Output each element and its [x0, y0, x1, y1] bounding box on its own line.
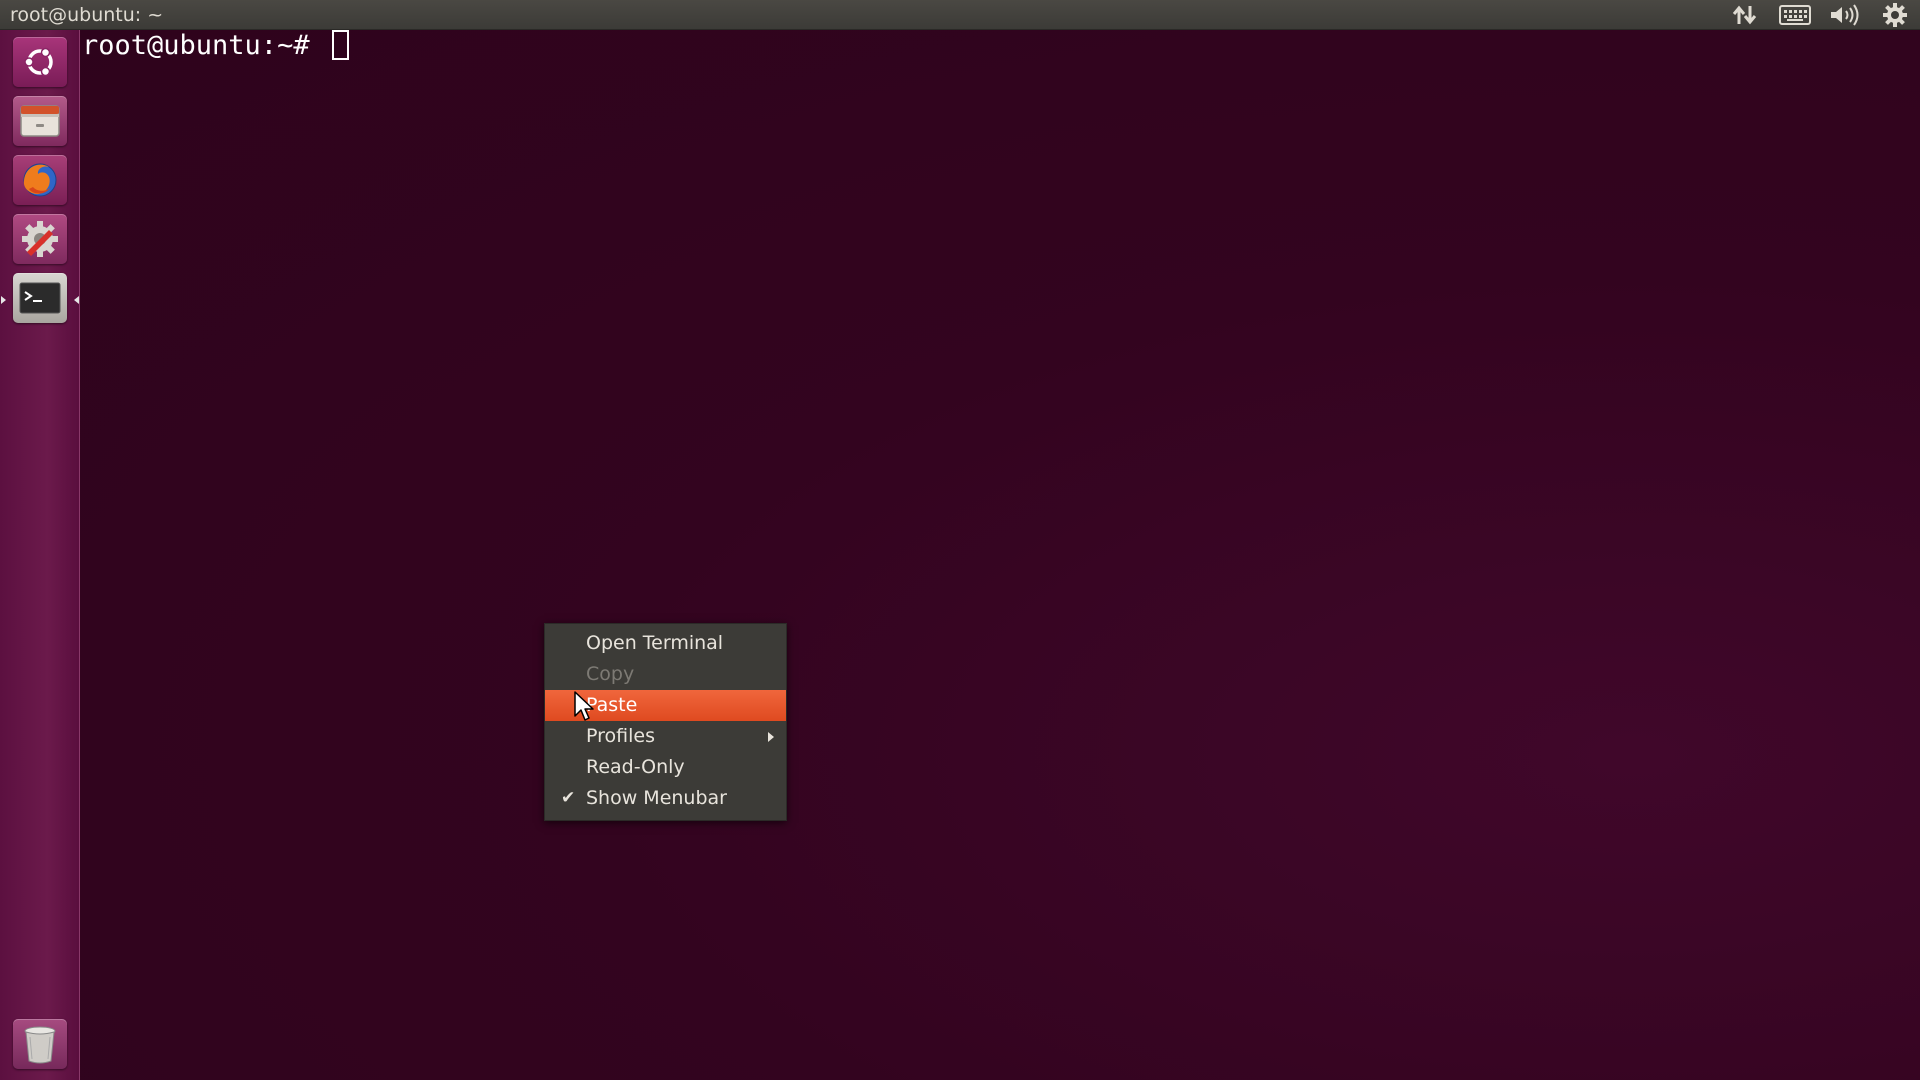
menu-item-label: Show Menubar — [586, 787, 727, 809]
launcher-files[interactable] — [10, 93, 70, 149]
menu-item-label: Open Terminal — [586, 632, 724, 654]
running-indicator — [1, 296, 6, 304]
focused-indicator — [74, 296, 79, 304]
indicator-area — [1720, 0, 1920, 30]
launcher — [0, 30, 80, 1080]
menu-item-open-terminal[interactable]: Open Terminal — [545, 628, 786, 659]
menu-item-copy[interactable]: Copy — [545, 659, 786, 690]
ubuntu-logo-icon — [13, 37, 67, 87]
text-cursor — [331, 30, 349, 60]
checkmark-icon: ✔ — [561, 788, 576, 808]
settings-wrench-icon — [13, 214, 67, 264]
menu-item-profiles[interactable]: Profiles — [545, 721, 786, 752]
terminal-area[interactable]: root@ubuntu:~# — [82, 30, 1920, 1080]
launcher-trash[interactable] — [10, 1016, 70, 1072]
trash-icon — [13, 1019, 67, 1069]
launcher-terminal[interactable] — [1, 270, 79, 326]
terminal-prompt-line: root@ubuntu:~# — [82, 30, 349, 62]
menu-item-show-menubar[interactable]: ✔ Show Menubar — [545, 783, 786, 814]
terminal-icon — [13, 273, 67, 323]
menu-item-read-only[interactable]: Read-Only — [545, 752, 786, 783]
mouse-pointer-icon — [574, 691, 594, 721]
menu-item-label: Copy — [586, 663, 635, 685]
launcher-system-settings[interactable] — [10, 211, 70, 267]
volume-icon[interactable] — [1820, 0, 1870, 30]
menu-item-label: Profiles — [586, 725, 655, 747]
window-title: root@ubuntu: ~ — [10, 4, 164, 26]
launcher-dash-home[interactable] — [10, 34, 70, 90]
menu-item-label: Read-Only — [586, 756, 685, 778]
session-gear-icon[interactable] — [1870, 0, 1920, 30]
submenu-arrow-icon — [768, 732, 774, 742]
top-panel: root@ubuntu: ~ — [0, 0, 1920, 30]
file-cabinet-icon — [13, 96, 67, 146]
terminal-prompt: root@ubuntu:~# — [82, 30, 326, 61]
keyboard-icon[interactable] — [1770, 0, 1820, 30]
context-menu: Open Terminal Copy Paste Profiles Read-O… — [544, 623, 787, 821]
network-transfer-icon[interactable] — [1720, 0, 1770, 30]
launcher-firefox[interactable] — [10, 152, 70, 208]
desktop: root@ubuntu: ~ root@ubuntu:~# Open Termi… — [0, 0, 1920, 1080]
firefox-icon — [13, 155, 67, 205]
